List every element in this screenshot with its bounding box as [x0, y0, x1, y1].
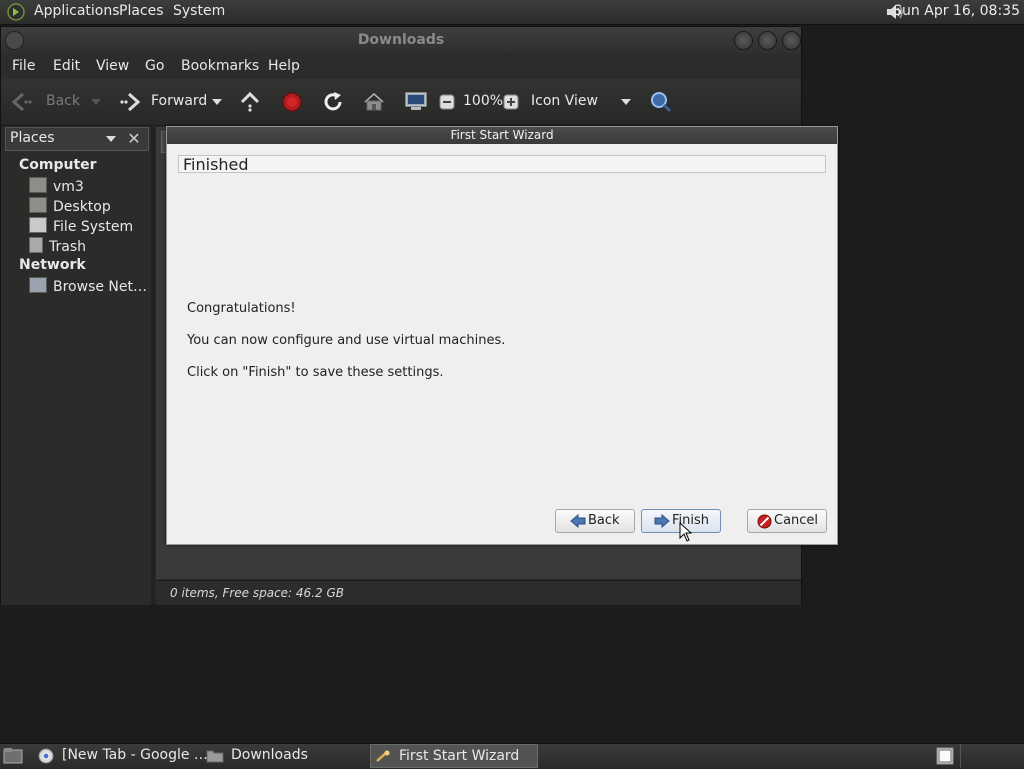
- wizard-text-instructions: Click on "Finish" to save these settings…: [187, 365, 444, 380]
- menu-help[interactable]: Help: [268, 58, 300, 74]
- menu-view[interactable]: View: [96, 58, 129, 74]
- back-history-icon[interactable]: [91, 99, 101, 105]
- network-icon: [29, 277, 47, 293]
- sidebar-splitter[interactable]: [151, 127, 155, 605]
- window-title: Downloads: [357, 32, 445, 48]
- workspace-switcher-icon[interactable]: [936, 747, 954, 765]
- forward-arrow-icon[interactable]: [117, 91, 141, 113]
- forward-arrow-icon: [654, 514, 670, 528]
- task-downloads[interactable]: Downloads: [204, 744, 364, 768]
- stop-icon[interactable]: [281, 91, 303, 113]
- sidebar-item-label: vm3: [53, 179, 84, 195]
- chrome-icon: [38, 748, 54, 764]
- wizard-page-header: Finished: [178, 155, 826, 174]
- up-arrow-icon[interactable]: [239, 90, 261, 114]
- sidebar-item-browse-network[interactable]: Browse Net…: [29, 277, 147, 295]
- taskbar: [New Tab - Google … Downloads First Star…: [0, 743, 1024, 769]
- search-icon[interactable]: [649, 90, 673, 114]
- reload-icon[interactable]: [321, 90, 345, 114]
- toolbar: Back Forward 100% Icon View: [1, 79, 801, 126]
- sidebar-item-vm3[interactable]: vm3: [29, 177, 84, 195]
- sidebar-close-icon[interactable]: ✕: [123, 128, 145, 150]
- menu-places[interactable]: Places: [119, 3, 164, 19]
- maximize-icon[interactable]: [758, 31, 777, 50]
- taskbar-separator: [960, 744, 961, 768]
- task-label: Downloads: [231, 747, 308, 763]
- cancel-button-label: Cancel: [774, 513, 819, 528]
- statusbar: 0 items, Free space: 46.2 GB: [156, 580, 801, 605]
- sidebar-header: Places: [10, 130, 55, 146]
- sidebar-item-label: Trash: [49, 239, 86, 255]
- zoom-in-icon[interactable]: [503, 94, 519, 110]
- top-panel: Applications Places System Sun Apr 16, 0…: [0, 0, 1024, 25]
- sidebar-item-label: Browse Net…: [53, 279, 148, 295]
- sidebar: Computer vm3 Desktop File System Trash N…: [1, 151, 151, 605]
- task-label: [New Tab - Google …: [62, 747, 208, 763]
- menu-applications[interactable]: Applications: [34, 3, 120, 19]
- status-text: 0 items, Free space: 46.2 GB: [170, 586, 344, 600]
- task-new-tab[interactable]: [New Tab - Google …: [36, 744, 208, 768]
- sidebar-item-label: Desktop: [53, 199, 111, 215]
- back-button-label: Back: [588, 513, 620, 528]
- trash-icon: [29, 237, 43, 253]
- mouse-pointer-icon: [679, 522, 693, 542]
- view-mode-dropdown-icon[interactable]: [621, 99, 631, 105]
- view-mode-select[interactable]: Icon View: [531, 93, 598, 109]
- home-folder-icon: [29, 177, 47, 193]
- sidebar-section-network: Network: [19, 257, 86, 273]
- menu-file[interactable]: File: [12, 58, 35, 74]
- sidebar-item-desktop[interactable]: Desktop: [29, 197, 111, 215]
- menu-bookmarks[interactable]: Bookmarks: [181, 58, 259, 74]
- dialog-title[interactable]: First Start Wizard: [167, 127, 837, 144]
- cancel-icon: [757, 514, 772, 529]
- show-desktop-icon[interactable]: [3, 747, 23, 765]
- menu-system[interactable]: System: [173, 3, 225, 19]
- window-titlebar[interactable]: Downloads: [1, 27, 801, 53]
- menubar: File Edit View Go Bookmarks Help: [1, 53, 801, 79]
- sidebar-dropdown-icon[interactable]: [106, 136, 116, 142]
- computer-icon[interactable]: [404, 91, 428, 113]
- minimize-icon[interactable]: [734, 31, 753, 50]
- sidebar-item-label: File System: [53, 219, 134, 235]
- wizard-dialog: First Start Wizard Finished Congratulati…: [166, 126, 838, 545]
- back-button[interactable]: Back: [46, 93, 80, 109]
- window-menu-icon[interactable]: [5, 31, 24, 50]
- drive-icon: [29, 217, 47, 233]
- cancel-button[interactable]: Cancel: [747, 509, 827, 533]
- clock[interactable]: Sun Apr 16, 08:35: [893, 3, 1020, 19]
- sidebar-section-computer: Computer: [19, 157, 97, 173]
- folder-icon: [206, 750, 224, 763]
- desktop-folder-icon: [29, 197, 47, 213]
- zoom-level[interactable]: 100%: [463, 93, 503, 109]
- zoom-out-icon[interactable]: [439, 94, 455, 110]
- wizard-text-configure: You can now configure and use virtual ma…: [187, 333, 506, 348]
- back-button[interactable]: Back: [555, 509, 635, 533]
- wizard-text-congrats: Congratulations!: [187, 301, 296, 316]
- forward-button[interactable]: Forward: [151, 93, 207, 109]
- back-arrow-icon[interactable]: [11, 91, 35, 113]
- virtualbox-icon: [376, 750, 390, 762]
- close-icon[interactable]: [782, 31, 801, 50]
- sidebar-item-file-system[interactable]: File System: [29, 217, 133, 235]
- task-label: First Start Wizard: [399, 748, 520, 764]
- sidebar-item-trash[interactable]: Trash: [29, 237, 86, 255]
- gnome-foot-icon[interactable]: [6, 2, 26, 22]
- menu-edit[interactable]: Edit: [53, 58, 80, 74]
- menu-go[interactable]: Go: [145, 58, 164, 74]
- home-icon[interactable]: [363, 91, 385, 113]
- forward-history-icon[interactable]: [212, 99, 222, 105]
- task-first-start-wizard[interactable]: First Start Wizard: [370, 744, 538, 768]
- back-arrow-icon: [570, 514, 586, 528]
